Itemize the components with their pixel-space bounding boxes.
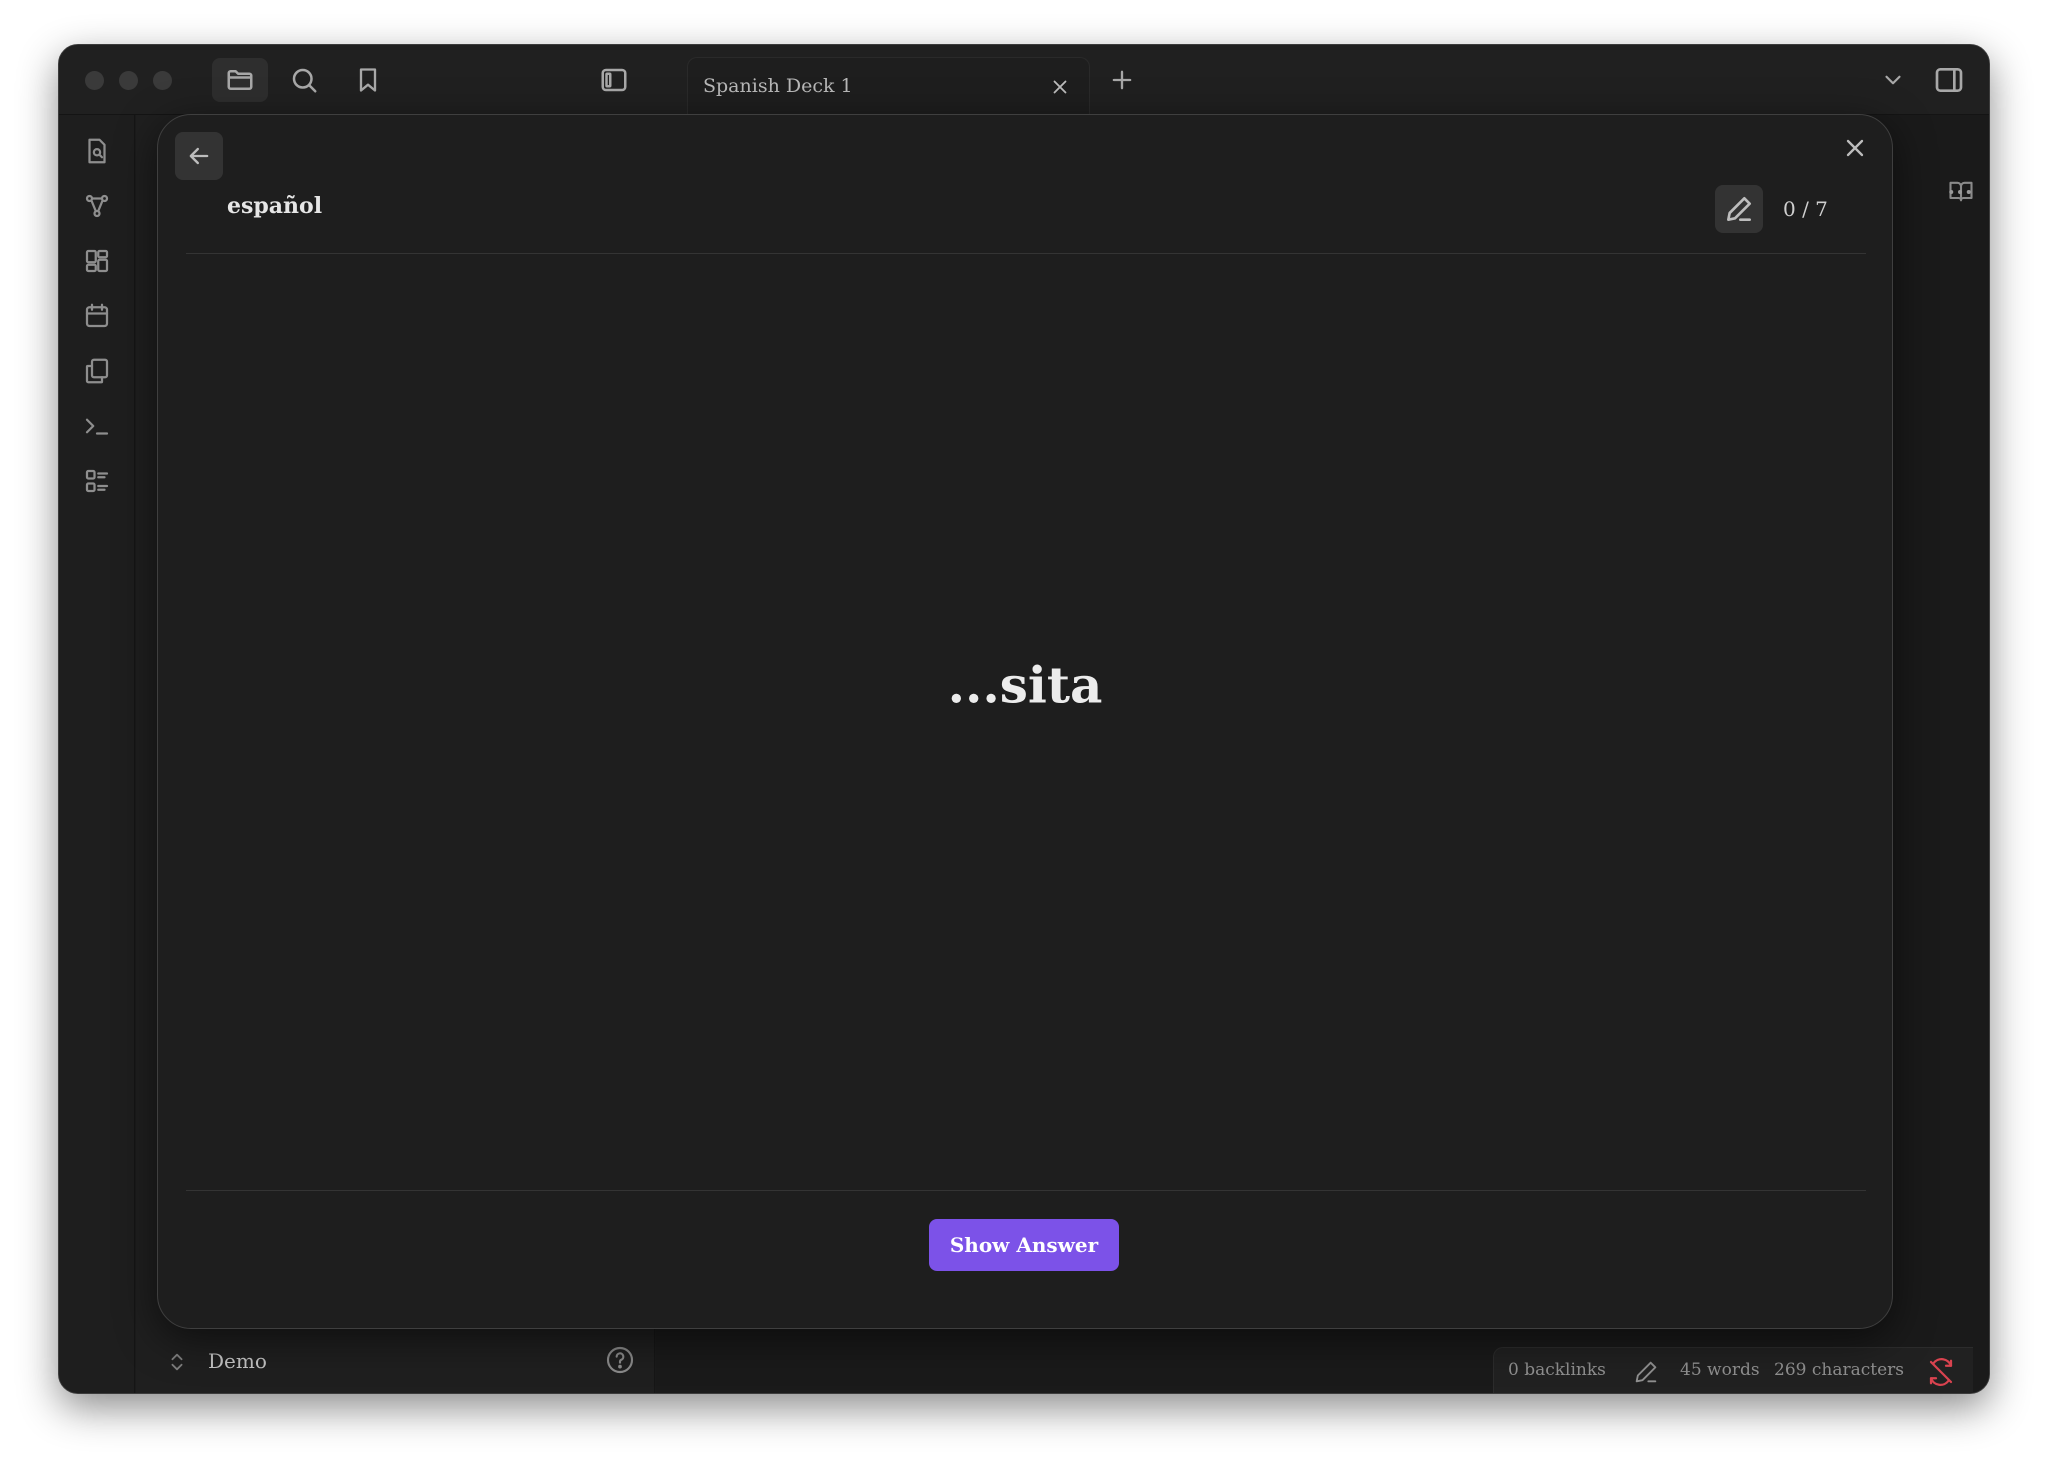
- templates-icon: [85, 358, 109, 384]
- flashcards-button[interactable]: [77, 461, 117, 501]
- footer-divider: [186, 1190, 1866, 1191]
- modal-close-button[interactable]: [1838, 131, 1872, 165]
- graph-view-icon: [85, 194, 109, 218]
- quick-switcher-button[interactable]: [77, 131, 117, 171]
- chevron-updown-icon: [171, 1353, 183, 1371]
- canvas-button[interactable]: [77, 241, 117, 281]
- help-icon[interactable]: [604, 1344, 636, 1376]
- folder-icon: [227, 70, 253, 90]
- new-tab-icon: [1112, 70, 1132, 90]
- status-bar: 0 backlinks 45 words 269 characters: [1493, 1347, 1973, 1393]
- templates-button[interactable]: [77, 351, 117, 391]
- header-divider: [186, 253, 1866, 254]
- app-window: Spanish Deck 1 Demo 0 backlinks 45 words…: [58, 44, 1990, 1394]
- flashcard-review-modal: español 0 / 7 ...sita Show Answer: [157, 114, 1893, 1329]
- sync-error-icon[interactable]: [1926, 1357, 1956, 1387]
- tab-list-button[interactable]: [1865, 58, 1921, 102]
- vault-name: Demo: [208, 1349, 267, 1373]
- left-ribbon: [59, 115, 135, 1393]
- toggle-left-sidebar-button[interactable]: [586, 58, 642, 102]
- bookmark-icon: [359, 68, 377, 92]
- bookmarks-button[interactable]: [340, 58, 396, 102]
- new-tab-button[interactable]: [1094, 58, 1150, 102]
- tab-spanish-deck[interactable]: Spanish Deck 1: [687, 57, 1090, 115]
- pencil-icon: [1727, 197, 1751, 221]
- card-progress-counter: 0 / 7: [1783, 197, 1828, 221]
- card-front-text: ...sita: [947, 655, 1103, 715]
- tab-close-button[interactable]: [1045, 72, 1075, 102]
- character-count: 269 characters: [1774, 1360, 1904, 1380]
- search-icon: [292, 68, 317, 93]
- backlinks-count[interactable]: 0 backlinks: [1508, 1360, 1606, 1380]
- file-explorer-button[interactable]: [212, 58, 268, 102]
- close-icon: [1846, 139, 1864, 157]
- close-icon: [1053, 80, 1067, 94]
- command-palette-icon: [85, 418, 109, 435]
- command-palette-button[interactable]: [77, 406, 117, 446]
- flashcards-icon: [85, 469, 109, 493]
- show-answer-button[interactable]: Show Answer: [929, 1219, 1119, 1271]
- open-quick-switcher-icon: [88, 138, 106, 164]
- back-button[interactable]: [175, 132, 223, 180]
- right-sidebar-toggle-icon: [1935, 68, 1963, 92]
- daily-note-icon: [85, 303, 109, 328]
- minimize-window-dot[interactable]: [119, 71, 138, 90]
- search-button[interactable]: [276, 58, 332, 102]
- tab-list-chevron-icon: [1885, 75, 1901, 85]
- vault-switcher[interactable]: Demo: [136, 1329, 685, 1393]
- arrow-left-icon: [189, 147, 209, 165]
- edit-mode-icon[interactable]: [1632, 1358, 1660, 1386]
- graph-view-button[interactable]: [77, 186, 117, 226]
- daily-note-button[interactable]: [77, 296, 117, 336]
- word-count: 45 words: [1680, 1360, 1760, 1380]
- sidebar-toggle-icon: [601, 68, 627, 92]
- canvas-icon: [85, 249, 109, 273]
- edit-card-button[interactable]: [1715, 185, 1763, 233]
- close-window-dot[interactable]: [85, 71, 104, 90]
- toggle-right-sidebar-button[interactable]: [1921, 58, 1977, 102]
- title-bar: Spanish Deck 1: [59, 45, 1989, 115]
- tab-label: Spanish Deck 1: [703, 75, 853, 97]
- more-options-icon[interactable]: [1945, 177, 1975, 207]
- zoom-window-dot[interactable]: [153, 71, 172, 90]
- deck-name: español: [227, 193, 323, 219]
